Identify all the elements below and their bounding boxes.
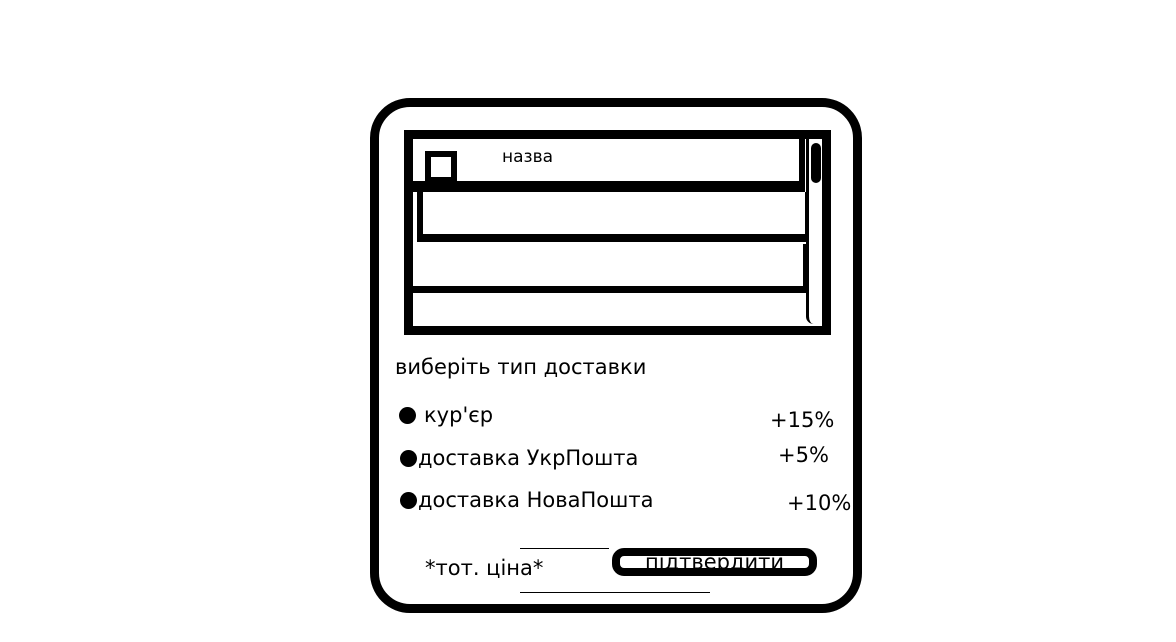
list-scrollbar[interactable] bbox=[806, 139, 821, 324]
list-item[interactable] bbox=[413, 297, 808, 317]
delivery-type-heading: виберіть тип доставки bbox=[395, 355, 647, 379]
delivery-option-courier[interactable]: кур'єр bbox=[399, 403, 493, 427]
item-checkbox[interactable] bbox=[425, 151, 457, 183]
delivery-option-novaposhta[interactable]: доставка НоваПошта bbox=[400, 488, 653, 512]
list-item[interactable]: назва bbox=[413, 139, 805, 192]
divider bbox=[520, 548, 609, 549]
scrollbar-thumb[interactable] bbox=[811, 143, 821, 183]
radio-icon[interactable] bbox=[399, 406, 416, 424]
surcharge-ukrposhta: +5% bbox=[778, 443, 829, 467]
item-list: назва bbox=[404, 130, 831, 335]
delivery-option-label: доставка УкрПошта bbox=[418, 446, 639, 470]
radio-icon[interactable] bbox=[400, 491, 417, 509]
surcharge-novaposhta: +10% bbox=[787, 491, 852, 515]
item-name: назва bbox=[502, 147, 554, 167]
list-item[interactable] bbox=[417, 192, 809, 242]
radio-icon[interactable] bbox=[400, 449, 417, 467]
delivery-option-label: доставка НоваПошта bbox=[418, 488, 654, 512]
surcharge-courier: +15% bbox=[770, 408, 835, 432]
total-price-label: *тот. ціна* bbox=[425, 556, 544, 580]
confirm-button[interactable]: підтвердити bbox=[612, 548, 817, 576]
delivery-option-ukrposhta[interactable]: доставка УкрПошта bbox=[400, 446, 638, 470]
divider bbox=[520, 592, 710, 593]
list-item[interactable] bbox=[413, 244, 807, 293]
delivery-option-label: кур'єр bbox=[424, 403, 494, 427]
